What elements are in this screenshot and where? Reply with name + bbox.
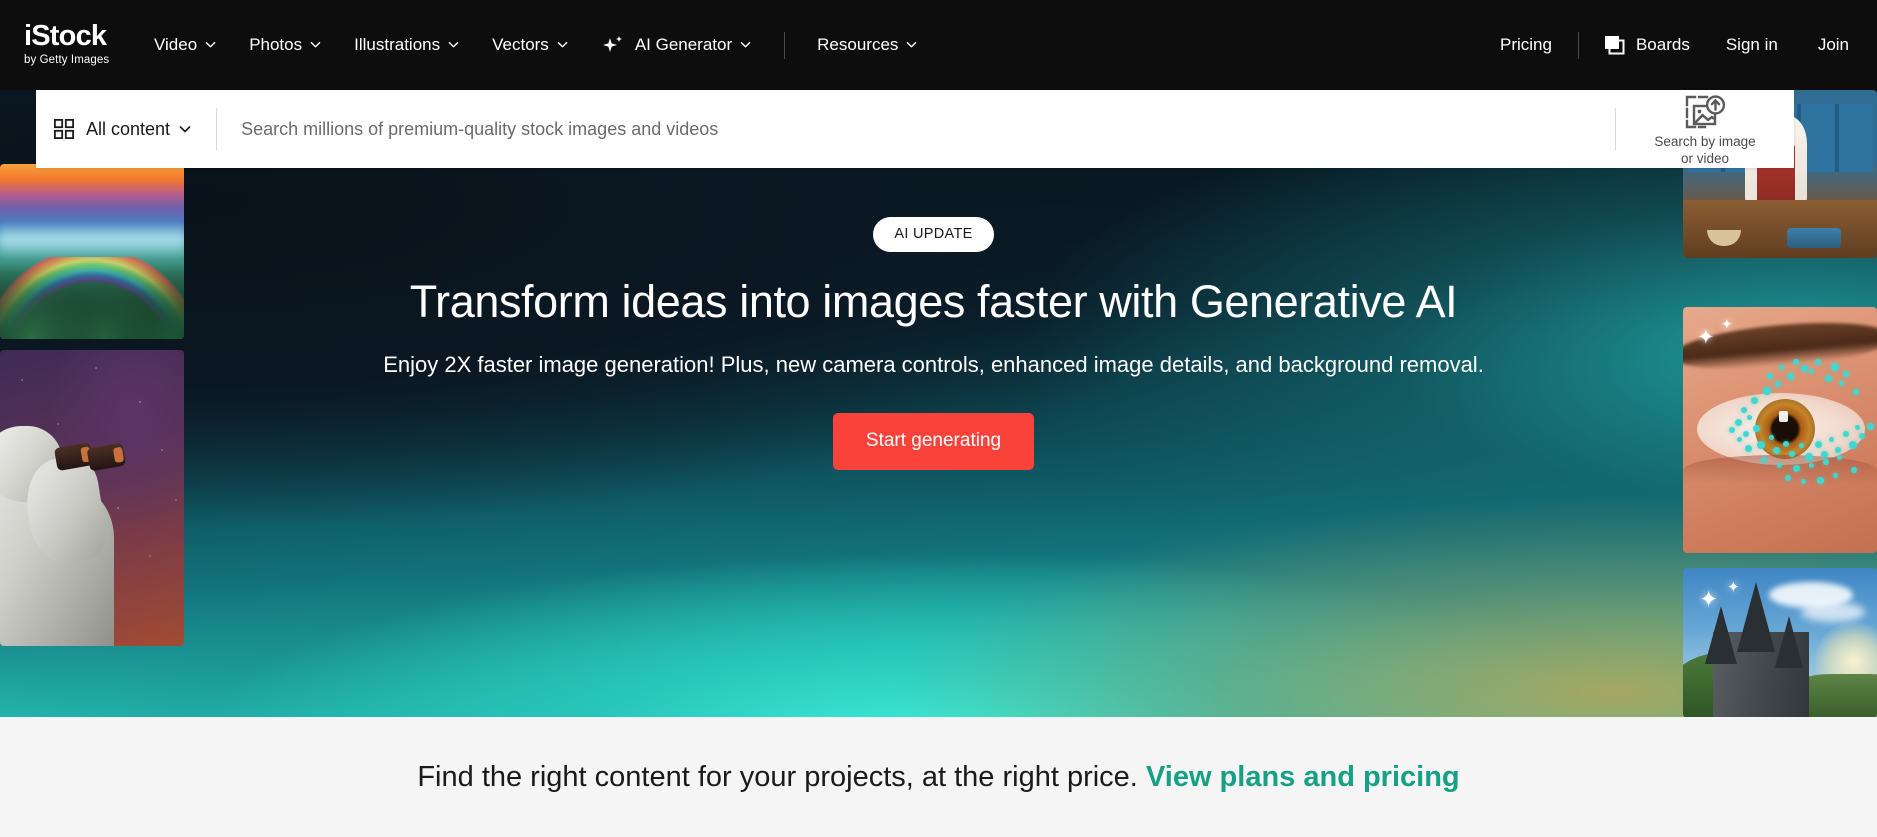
- nav-label-boards: Boards: [1635, 35, 1690, 54]
- castle-spire: [1705, 606, 1737, 664]
- search-bar: All content Search by image or v: [36, 90, 1794, 168]
- right-thumbnail-column: ✦ ✦ ✦ ✦: [1683, 90, 1877, 717]
- pricing-promo-band: Find the right content for your projects…: [0, 717, 1877, 837]
- nav-label-resources: Resources: [817, 35, 899, 54]
- nav-divider: [1577, 31, 1579, 59]
- nav-item-illustrations[interactable]: Illustrations: [354, 27, 459, 63]
- chevron-down-icon: [179, 123, 191, 134]
- chevron-down-icon: [557, 39, 568, 50]
- nav-item-boards[interactable]: Boards: [1604, 27, 1690, 63]
- istock-homepage: iStock by Getty Images Video Photos Illu…: [0, 0, 1877, 837]
- nav-label-photos: Photos: [249, 35, 303, 54]
- nav-item-pricing[interactable]: Pricing: [1500, 27, 1552, 63]
- nav-item-resources[interactable]: Resources: [817, 27, 917, 63]
- thumbnail-rainbow-mountain-landscape[interactable]: [0, 164, 184, 339]
- logo-wordmark: iStock: [24, 19, 107, 52]
- boards-stack-icon: [1604, 35, 1625, 55]
- chevron-down-icon: [205, 39, 216, 50]
- cloud: [1801, 602, 1865, 622]
- hero-content: AI UPDATE Transform ideas into images fa…: [184, 90, 1683, 717]
- thumbnail-statue-with-binoculars[interactable]: [0, 350, 184, 646]
- left-thumbnail-column: [0, 90, 184, 717]
- sparkle-icon: [601, 35, 626, 57]
- nav-item-video[interactable]: Video: [154, 27, 216, 63]
- nav-label-video: Video: [154, 35, 198, 54]
- secondary-nav-links: Pricing Boards Sign in Join: [1500, 27, 1849, 63]
- search-by-image-button[interactable]: Search by image or video: [1616, 90, 1794, 168]
- sparkle-icon: ✦: [1697, 326, 1715, 349]
- sparkle-icon: ✦: [1727, 579, 1740, 596]
- start-generating-button[interactable]: Start generating: [832, 413, 1035, 471]
- logo-tagline: by Getty Images: [24, 53, 110, 66]
- nav-item-ai-generator[interactable]: AI Generator: [601, 26, 751, 64]
- hero-banner: AI UPDATE Transform ideas into images fa…: [0, 90, 1877, 717]
- content-type-label: All content: [86, 118, 171, 139]
- nav-item-sign-in[interactable]: Sign in: [1726, 27, 1778, 63]
- nav-label-vectors: Vectors: [492, 35, 549, 54]
- search-input[interactable]: [217, 90, 1615, 168]
- image-upload-icon: [1684, 94, 1726, 130]
- chevron-down-icon: [906, 39, 917, 50]
- nav-item-photos[interactable]: Photos: [249, 27, 321, 63]
- sparkle-icon: ✦: [1721, 316, 1733, 332]
- pricing-promo-copy: Find the right content for your projects…: [417, 760, 1146, 793]
- chevron-down-icon: [310, 39, 321, 50]
- nav-label-pricing: Pricing: [1499, 35, 1552, 54]
- page-title: Transform ideas into images faster with …: [409, 276, 1458, 327]
- castle-spire: [1737, 582, 1775, 652]
- chevron-down-icon: [448, 39, 459, 50]
- kitchen-counter: [1683, 200, 1877, 258]
- nav-item-vectors[interactable]: Vectors: [492, 27, 568, 63]
- nav-label-illustrations: Illustrations: [354, 35, 441, 54]
- status-badge: AI UPDATE: [873, 217, 994, 252]
- nav-divider: [784, 31, 786, 59]
- nav-label-join: Join: [1817, 35, 1849, 54]
- hero-subtitle: Enjoy 2X faster image generation! Plus, …: [383, 352, 1484, 378]
- baking-pan: [1787, 228, 1841, 248]
- pricing-promo-text: Find the right content for your projects…: [417, 761, 1459, 794]
- istock-logo[interactable]: iStock by Getty Images: [24, 19, 116, 68]
- nav-label-ai-generator: AI Generator: [634, 35, 733, 54]
- primary-nav-links: Video Photos Illustrations Vectors AI Ge…: [154, 26, 950, 64]
- forest-ridge: [0, 265, 184, 339]
- thumbnail-eye-with-teal-dots[interactable]: ✦ ✦: [1683, 307, 1877, 553]
- content-type-dropdown[interactable]: All content: [36, 90, 216, 168]
- search-input-container: [217, 90, 1615, 168]
- castle-spire: [1775, 616, 1803, 668]
- thumbnail-gothic-castle[interactable]: ✦ ✦: [1683, 568, 1877, 717]
- grid-icon: [53, 118, 75, 140]
- chevron-down-icon: [740, 39, 751, 50]
- nav-item-join[interactable]: Join: [1818, 27, 1849, 63]
- view-plans-and-pricing-link[interactable]: View plans and pricing: [1146, 761, 1460, 793]
- nav-label-sign-in: Sign in: [1725, 35, 1778, 54]
- sparkle-icon: ✦: [1699, 586, 1719, 612]
- top-navigation-bar: iStock by Getty Images Video Photos Illu…: [0, 0, 1877, 90]
- search-by-image-label: Search by image or video: [1654, 134, 1756, 166]
